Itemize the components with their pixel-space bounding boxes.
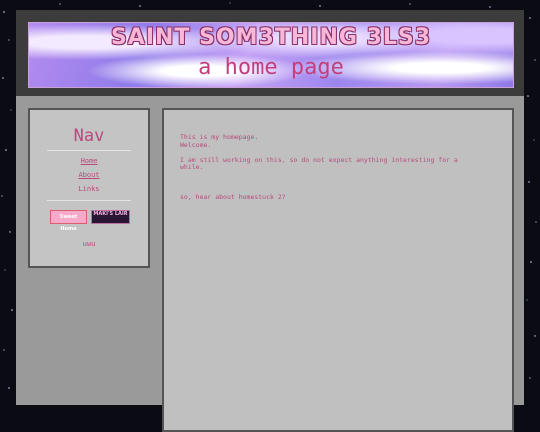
nav-footer-text: uwu [82,240,96,248]
content-line: Welcome. [180,140,212,149]
nav-link-about[interactable]: About [30,171,148,179]
nav-link-home[interactable]: Home [30,157,148,165]
content-line: This is my homepage. [180,133,259,141]
header: SAINT SOM3THING 3LS3 a home page [16,10,524,96]
badge-row: Sweet Home MAKI'S LAIR [30,210,148,232]
main-content: This is my homepage. Welcome. I am still… [180,133,496,201]
site-title: SAINT SOM3THING 3LS3 [110,25,432,50]
nav-link-links[interactable]: Links [30,185,148,193]
badge-makis-lair[interactable]: MAKI'S LAIR [91,210,130,224]
nav-panel: Nav Home About Links Sweet Home MAKI'S L… [28,108,150,268]
content-line: while. [180,163,204,171]
badge-sweet-home[interactable]: Sweet Home [50,210,87,232]
nav-divider [47,200,131,201]
content-line: I am still working on this, so do not ex… [180,155,458,164]
main-content-panel: This is my homepage. Welcome. I am still… [162,108,514,432]
site-subtitle: a home page [198,55,344,80]
page-container: SAINT SOM3THING 3LS3 a home page Nav Hom… [16,10,524,432]
content-line: so, hear about homestuck 2? [180,192,286,201]
nav-title: Nav [73,126,105,146]
nav-divider [47,150,131,151]
header-banner: SAINT SOM3THING 3LS3 a home page [28,22,514,88]
